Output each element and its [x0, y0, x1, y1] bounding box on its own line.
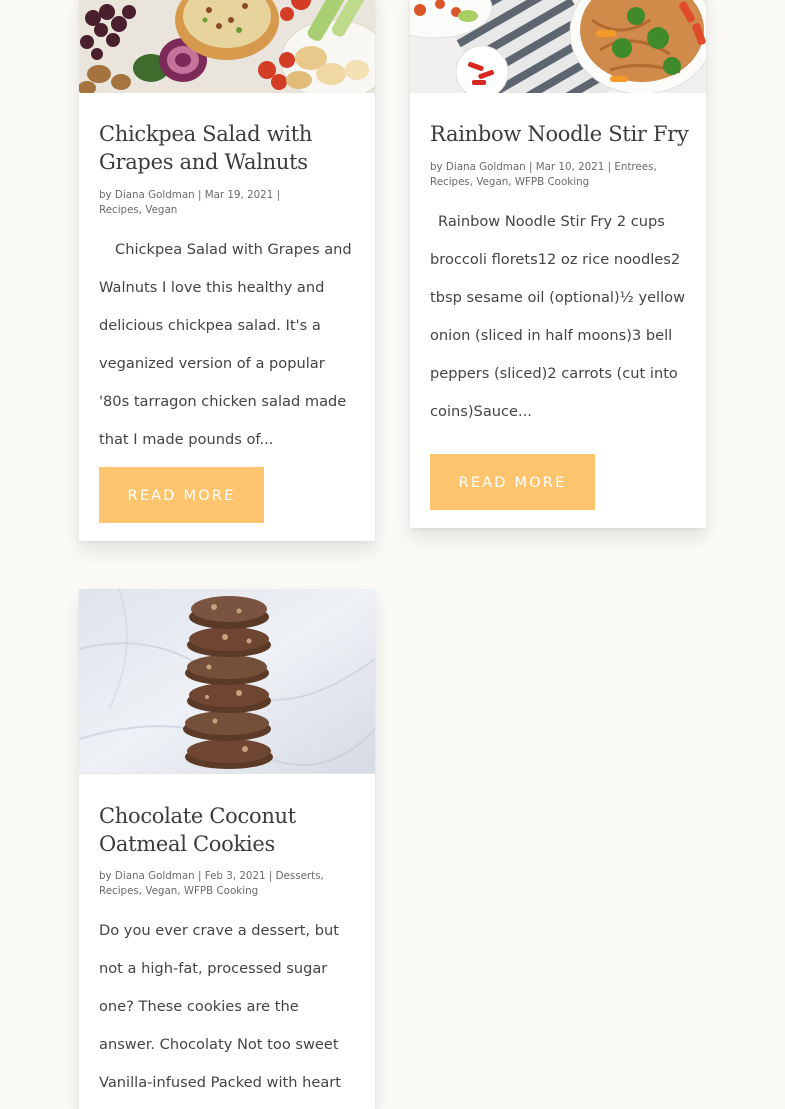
- read-more-button[interactable]: READ MORE: [99, 467, 264, 523]
- post-title[interactable]: Rainbow Noodle Stir Fry: [430, 121, 690, 149]
- post-excerpt-text: Chickpea Salad with Grapes and Walnuts I…: [99, 241, 352, 448]
- post-meta: by Diana Goldman | Mar 10, 2021 | Entree…: [430, 160, 690, 190]
- post-excerpt: Chickpea Salad with Grapes and Walnuts I…: [99, 231, 359, 459]
- post-content: Chickpea Salad with Grapes and Walnuts b…: [99, 121, 359, 459]
- meta-separator: |: [197, 189, 202, 201]
- meta-date: Mar 10, 2021: [535, 160, 605, 173]
- meta-separator: |: [197, 870, 202, 882]
- meta-separator: |: [607, 160, 612, 173]
- meta-by: by: [430, 160, 443, 173]
- post-excerpt-text: Rainbow Noodle Stir Fry 2 cups broccoli …: [430, 212, 686, 420]
- meta-date: Mar 19, 2021: [204, 189, 274, 201]
- meta-separator: |: [276, 189, 281, 201]
- meta-by: by: [99, 870, 112, 882]
- post-content: Rainbow Noodle Stir Fry by Diana Goldman…: [430, 121, 690, 431]
- post-card-chocolate-coconut-oatmeal-cookies: Chocolate Coconut Oatmeal Cookies by Dia…: [79, 589, 375, 1109]
- meta-date: Feb 3, 2021: [204, 870, 266, 882]
- post-card-rainbow-noodle-stir-fry: Rainbow Noodle Stir Fry by Diana Goldman…: [410, 0, 706, 528]
- post-image-rainbow-noodle-stir-fry[interactable]: [410, 0, 706, 93]
- post-excerpt: Rainbow Noodle Stir Fry 2 cups broccoli …: [430, 203, 690, 431]
- post-image-chocolate-coconut-oatmeal-cookies[interactable]: [79, 589, 375, 774]
- post-card-chickpea-salad: Chickpea Salad with Grapes and Walnuts b…: [79, 0, 375, 541]
- meta-author[interactable]: Diana Goldman: [115, 870, 195, 882]
- post-excerpt-text: Do you ever crave a dessert, but not a h…: [99, 922, 342, 1091]
- meta-separator: |: [528, 160, 533, 173]
- post-meta: by Diana Goldman | Mar 19, 2021 | Recipe…: [99, 188, 359, 218]
- post-excerpt: Do you ever crave a dessert, but not a h…: [99, 912, 359, 1109]
- post-title[interactable]: Chocolate Coconut Oatmeal Cookies: [99, 803, 359, 858]
- meta-author[interactable]: Diana Goldman: [446, 161, 526, 173]
- post-image-chickpea-salad[interactable]: [79, 0, 375, 93]
- post-meta: by Diana Goldman | Feb 3, 2021 | Dessert…: [99, 869, 359, 899]
- read-more-button[interactable]: READ MORE: [430, 454, 595, 510]
- meta-by: by: [99, 189, 112, 201]
- post-title[interactable]: Chickpea Salad with Grapes and Walnuts: [99, 121, 359, 176]
- meta-separator: |: [268, 870, 273, 882]
- meta-author[interactable]: Diana Goldman: [115, 189, 195, 201]
- post-content: Chocolate Coconut Oatmeal Cookies by Dia…: [99, 803, 359, 1109]
- meta-categories[interactable]: Recipes, Vegan: [99, 204, 177, 216]
